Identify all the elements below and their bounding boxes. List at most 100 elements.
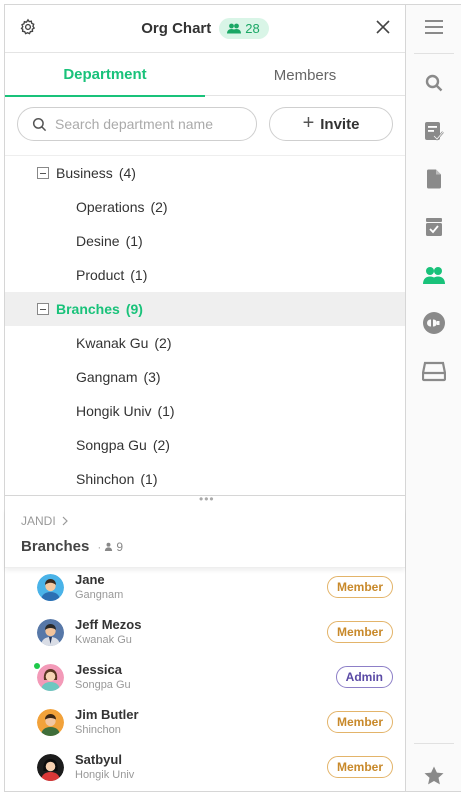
tree-item-count: (1) [157,403,175,419]
invite-label: Invite [320,115,360,133]
tree-item-count: (9) [125,301,143,317]
star-icon[interactable] [406,757,461,793]
tree-item-count: (1) [130,267,148,283]
tree-item-count: (3) [143,369,161,385]
org-chart-panel: Org Chart 28 Department Members Search d… [5,5,406,791]
member-name: Satbyul [75,752,122,767]
member-row[interactable]: Jessica Songpa Gu Admin [5,658,405,703]
member-count: 28 [245,20,260,36]
tree-item-operations[interactable]: Operations (2) [5,190,405,224]
plus-icon: + [302,112,315,134]
tree-item-shinchon[interactable]: Shinchon (1) [5,462,405,495]
avatar[interactable] [37,709,64,736]
tree-item-label: Business [56,165,113,181]
member-name: Jim Butler [75,707,139,722]
sidebar-divider [414,743,454,744]
header-title-group: Org Chart 28 [5,17,405,39]
member-row[interactable]: Satbyul Hongik Univ Member [5,748,405,791]
org-chart-icon[interactable] [406,257,461,293]
tree-item-label: Product [76,267,125,283]
tree-item-count: (2) [152,437,170,453]
tree-item-label: Branches [56,301,120,317]
todo-icon[interactable] [406,113,461,149]
chevron-right-icon [62,516,68,526]
member-name: Jessica [75,662,122,677]
member-row[interactable]: Jeff Mezos Kwanak Gu Member [5,613,405,658]
tree-item-gangnam[interactable]: Gangnam (3) [5,360,405,394]
breadcrumb-root[interactable]: JANDI [21,514,56,528]
group-header: JANDI Branches · 9 [5,508,405,568]
tree-item-count: (1) [125,233,143,249]
search-input[interactable] [55,116,245,132]
member-name: Jeff Mezos [75,617,142,632]
tree-item-branches[interactable]: Branches (9) [5,292,405,326]
search-icon [32,117,47,131]
avatar[interactable] [37,619,64,646]
avatar[interactable] [37,574,64,601]
tree-item-label: Operations [76,199,145,215]
tab-bar: Department Members [5,54,405,97]
tab-department[interactable]: Department [5,54,205,97]
role-badge: Member [326,576,393,598]
member-team: Hongik Univ [75,769,135,781]
tree-item-songpa-gu[interactable]: Songpa Gu (2) [5,428,405,462]
tree-item-label: Gangnam [76,369,138,385]
member-row[interactable]: Jim Butler Shinchon Member [5,703,405,748]
tree-item-count: (2) [154,335,172,351]
breadcrumb: JANDI [21,514,68,528]
person-icon [105,542,113,551]
collapse-icon[interactable] [37,303,49,315]
menu-icon[interactable] [406,9,461,45]
right-sidebar [406,5,461,791]
tree-item-count: (2) [150,199,168,215]
tree-item-product[interactable]: Product (1) [5,258,405,292]
invite-button[interactable]: + Invite [269,107,393,141]
file-icon[interactable] [406,161,461,197]
group-title: Branches · 9 [21,538,123,555]
connect-icon[interactable] [406,305,461,341]
group-member-count: · 9 [97,540,123,554]
member-team: Gangnam [75,589,124,601]
drag-handle-icon[interactable]: ••• [199,493,214,505]
close-icon[interactable] [375,19,391,35]
search-box[interactable] [17,107,257,141]
role-badge: Admin [335,666,393,688]
people-icon [227,23,242,33]
tree-item-label: Shinchon [76,471,135,487]
tree-item-count: (1) [140,471,158,487]
member-name: Jane [75,572,105,587]
page-title: Org Chart [141,19,212,37]
tree-item-hongik-univ[interactable]: Hongik Univ (1) [5,394,405,428]
member-list: Jane Gangnam Member Jeff Mezos Kwanak Gu [5,568,405,791]
role-badge: Member [326,621,393,643]
sidebar-divider [414,53,454,54]
panel-header: Org Chart 28 [5,5,405,53]
member-count-badge: 28 [219,17,269,39]
collapse-icon[interactable] [37,167,49,179]
member-row[interactable]: Jane Gangnam Member [5,568,405,613]
bullet-separator: · [97,539,102,554]
member-team: Songpa Gu [75,679,131,691]
member-team: Kwanak Gu [75,634,132,646]
member-team: Shinchon [75,724,121,736]
tab-members[interactable]: Members [205,54,405,96]
tree-item-business[interactable]: Business (4) [5,156,405,190]
search-icon[interactable] [406,65,461,101]
resize-divider[interactable]: ••• [5,493,405,507]
tree-item-count: (4) [118,165,136,181]
tree-item-desine[interactable]: Desine (1) [5,224,405,258]
tree-item-label: Hongik Univ [76,403,152,419]
org-chart-window: Org Chart 28 Department Members Search d… [4,4,461,792]
tree-item-label: Kwanak Gu [76,335,149,351]
inbox-icon[interactable] [406,353,461,389]
archive-icon[interactable] [406,209,461,245]
group-name: Branches [21,538,90,555]
role-badge: Member [326,756,393,778]
avatar[interactable] [37,664,64,691]
role-badge: Member [326,711,393,733]
avatar[interactable] [37,754,64,781]
group-count-value: 9 [116,539,124,554]
tree-item-label: Desine [76,233,120,249]
search-row: + Invite [5,97,405,155]
tree-item-kwanak-gu[interactable]: Kwanak Gu (2) [5,326,405,360]
